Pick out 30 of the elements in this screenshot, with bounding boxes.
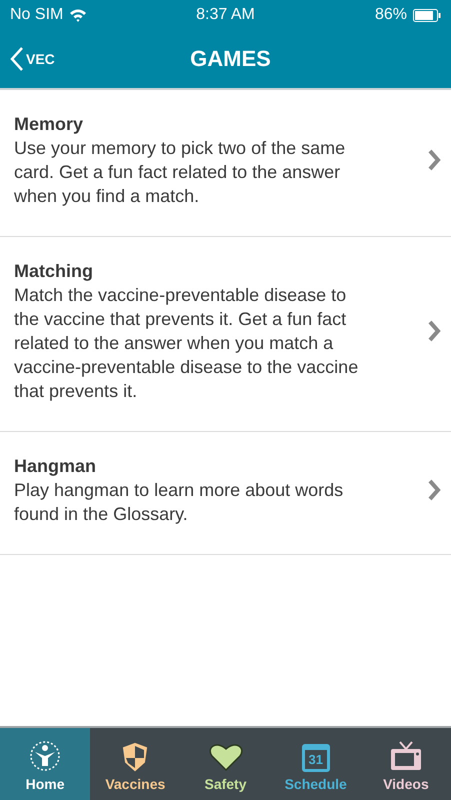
game-row[interactable]: Matching Match the vaccine-preventable disease to the vaccine that prevents it. Get a fun fact related to the answer when you match a vaccine-preventable disease to the vaccine that prevents it. [0, 237, 451, 432]
game-description: Match the vaccine-preventable disease to the vaccine that prevents it. Get a fun fact related to the answer when you match a vaccine-preventable disease to the vaccine that prevents it. [14, 284, 360, 403]
game-description: Use your memory to pick two of the same card. Get a fun fact related to the answer when you find a match. [14, 137, 346, 208]
game-row[interactable]: Memory Use your memory to pick two of the same card. Get a fun fact related to the answer when you find a match. [0, 90, 451, 237]
calendar-icon: 31 [302, 744, 330, 772]
back-button[interactable]: VEC [10, 46, 55, 72]
chevron-right-icon [427, 478, 441, 502]
game-title: Hangman [14, 455, 98, 478]
tab-button[interactable]: Home [0, 728, 90, 800]
shield-icon [122, 742, 148, 772]
screen-title: GAMES [190, 46, 271, 72]
tab-button[interactable]: Vaccines [90, 728, 180, 800]
tab-button[interactable]: 31 Schedule [270, 728, 361, 800]
carrier-text: No SIM [10, 6, 64, 24]
heart-icon [208, 742, 244, 772]
battery-icon [412, 8, 441, 22]
game-description: Play hangman to learn more about words found in the Glossary. [14, 479, 344, 526]
clock-text: 8:37 AM [196, 6, 255, 24]
game-title: Matching [14, 260, 94, 283]
person-icon [29, 740, 62, 772]
chevron-left-icon [10, 46, 24, 72]
wifi-icon [69, 8, 88, 22]
game-title: Memory [14, 113, 84, 136]
tab-button[interactable]: Safety [180, 728, 271, 800]
chevron-right-icon [427, 148, 441, 172]
tab-button[interactable]: Videos [360, 728, 451, 800]
tv-icon [388, 740, 423, 772]
chevron-right-icon [427, 319, 441, 343]
battery-percent: 86% [374, 6, 407, 24]
game-row[interactable]: Hangman Play hangman to learn more about words found in the Glossary. [0, 432, 451, 555]
